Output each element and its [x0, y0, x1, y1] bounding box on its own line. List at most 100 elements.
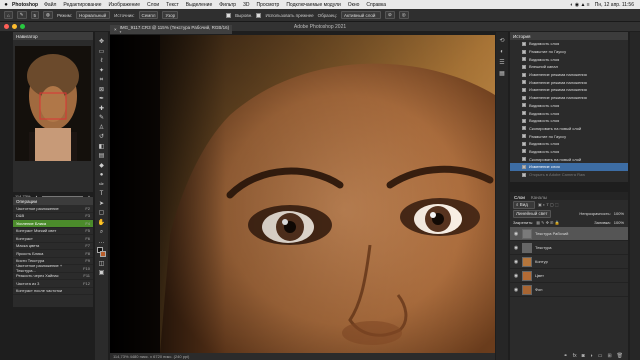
blend-mode-select[interactable]: Линейный свет [513, 209, 551, 218]
history-item[interactable]: Видимость слоя [510, 140, 628, 148]
status-icons[interactable]: ◐ ◉ ▲ ≡ [570, 2, 589, 8]
quick-select-tool-icon[interactable]: ✦ [97, 67, 106, 75]
history-item[interactable]: Размытие по Гауссу [510, 48, 628, 56]
history-item[interactable]: Изменение режима наложения [510, 86, 628, 94]
history-item[interactable]: Видимость слоя [510, 40, 628, 48]
brush-settings-icon[interactable]: ◍ [43, 11, 53, 19]
source-pattern-button[interactable]: Узор [162, 11, 179, 19]
lasso-tool-icon[interactable]: ℓ [97, 57, 106, 65]
menu-window[interactable]: Окно [348, 2, 360, 8]
layer-row[interactable]: ◉ Цвет [510, 269, 628, 283]
history-item[interactable]: Видимость слоя [510, 109, 628, 117]
action-item[interactable]: Контраст Мягкий свет F5 [13, 228, 93, 235]
eraser-tool-icon[interactable]: ◧ [97, 143, 106, 151]
action-item[interactable]: D&B F3 [13, 213, 93, 220]
new-layer-icon[interactable]: ⊞ [607, 353, 611, 359]
visibility-eye-icon[interactable]: ◉ [513, 245, 519, 251]
history-item[interactable]: Изменение режима наложения [510, 71, 628, 79]
history-item[interactable]: Размытие по Гауссу [510, 132, 628, 140]
shape-tool-icon[interactable]: ▢ [97, 209, 106, 217]
action-item[interactable]: Яркость Блика F8 [13, 250, 93, 258]
layer-row[interactable]: ◉ Текстура Рабочий [510, 227, 628, 241]
brush-tool-icon[interactable]: ✎ [97, 114, 106, 122]
menu-select[interactable]: Выделение [186, 2, 213, 8]
history-item[interactable]: Видимость слоя [510, 148, 628, 156]
blur-tool-icon[interactable]: ◆ [97, 162, 106, 170]
healing-brush-tool-icon[interactable]: ✎ [16, 11, 27, 19]
history-item[interactable]: Изменение режима наложения [510, 78, 628, 86]
history-item[interactable]: Видимость слоя [510, 55, 628, 63]
libraries-panel-icon[interactable]: ▦ [499, 71, 506, 78]
type-tool-icon[interactable]: T [97, 190, 106, 198]
color-swatches[interactable] [96, 247, 107, 258]
menu-layers[interactable]: Слои [147, 2, 159, 8]
app-menu[interactable]: Photoshop [12, 2, 38, 8]
history-item[interactable]: Изменение слоя [510, 163, 628, 171]
action-item[interactable]: Частотное разложение + Текстура... F10 [13, 263, 93, 273]
history-item[interactable]: Изменение режима наложения [510, 94, 628, 102]
opacity-value[interactable]: 100% [614, 211, 628, 216]
background-color-swatch[interactable] [99, 251, 106, 257]
visibility-eye-icon[interactable]: ◉ [513, 273, 519, 279]
crop-tool-icon[interactable]: ⌗ [97, 76, 106, 84]
close-window-icon[interactable] [4, 24, 9, 29]
source-sample-button[interactable]: Семпл [138, 11, 159, 19]
visibility-eye-icon[interactable]: ◉ [513, 259, 519, 265]
home-icon[interactable]: ⌂ [4, 11, 13, 19]
history-item[interactable]: Внешний канал [510, 63, 628, 71]
mode-select[interactable]: Нормальный [76, 11, 111, 19]
clone-stamp-tool-icon[interactable]: ♙ [97, 124, 106, 132]
history-item[interactable]: Открыть в Adobe Camera Raw [510, 171, 628, 179]
visibility-eye-icon[interactable]: ◉ [513, 231, 519, 237]
screen-mode-icon[interactable]: ▣ [97, 269, 106, 277]
path-select-tool-icon[interactable]: ➤ [97, 200, 106, 208]
menu-type[interactable]: Текст [166, 2, 179, 8]
fill-value[interactable]: 100% [614, 220, 628, 225]
close-tab-icon[interactable]: × [114, 27, 117, 32]
menu-filter[interactable]: Фильтр [219, 2, 236, 8]
history-item[interactable]: Скопировать на новый слой [510, 155, 628, 163]
history-panel-icon[interactable]: ⟲ [499, 38, 506, 45]
quick-mask-icon[interactable]: ◫ [97, 260, 106, 268]
properties-panel-icon[interactable]: ☰ [499, 60, 506, 67]
menu-3d[interactable]: 3D [243, 2, 249, 8]
hand-tool-icon[interactable]: ✋ [97, 219, 106, 227]
zoom-tool-icon[interactable]: ⌕ [97, 228, 106, 236]
menu-edit[interactable]: Редактирование [63, 2, 101, 8]
link-layers-icon[interactable]: ⚭ [564, 353, 568, 359]
history-item[interactable]: Видимость слоя [510, 102, 628, 110]
visibility-eye-icon[interactable]: ◉ [513, 287, 519, 293]
menu-view[interactable]: Просмотр [256, 2, 279, 8]
menu-file[interactable]: Файл [44, 2, 56, 8]
tab-channels[interactable]: Каналы [531, 195, 547, 200]
eyedropper-tool-icon[interactable]: ✒ [97, 95, 106, 103]
minimize-window-icon[interactable] [12, 24, 17, 29]
gradient-tool-icon[interactable]: ▤ [97, 152, 106, 160]
healing-tool-icon[interactable]: ✚ [97, 105, 106, 113]
history-item[interactable]: Скопировать на новый слой [510, 125, 628, 133]
image-canvas[interactable] [110, 35, 495, 353]
lock-icons[interactable]: ▦ ✎ ✥ ⊞ 🔒 [536, 220, 559, 225]
menu-plugins[interactable]: Подключаемые модули [286, 2, 340, 8]
sample-select[interactable]: Активный слой [340, 11, 381, 19]
layer-row[interactable]: ◉ Текстура [510, 241, 628, 255]
adjustment-layer-icon[interactable]: ◑ [590, 353, 593, 359]
new-group-icon[interactable]: ▭ [598, 353, 603, 359]
menu-image[interactable]: Изображение [109, 2, 141, 8]
action-item[interactable]: Резкость через Хайпас F11 [13, 273, 93, 280]
zoom-window-icon[interactable] [20, 24, 25, 29]
use-legacy-checkbox[interactable] [256, 12, 262, 18]
filter-icons[interactable]: ▣ ◐ T ▢ ⬚ [538, 202, 559, 207]
action-item[interactable]: Маска цвета F7 [13, 243, 93, 250]
add-mask-icon[interactable]: ◙ [582, 353, 585, 359]
ignore-adjustment-icon[interactable]: ⊘ [384, 11, 395, 19]
tab-layers[interactable]: Слои [514, 195, 525, 200]
aligned-checkbox[interactable] [226, 12, 232, 18]
more-tools-icon[interactable]: … [97, 238, 106, 246]
layer-filter-select[interactable]: ⌕ Вид [513, 200, 535, 209]
layer-row[interactable]: ◉ Фон [510, 283, 628, 297]
action-item[interactable]: Частотное разложение F2 [13, 205, 93, 213]
action-item[interactable]: Усиление Блика F4 [13, 220, 93, 228]
action-item[interactable]: Контраст F6 [13, 235, 93, 243]
brush-size-dropdown[interactable]: 5 [30, 11, 40, 19]
